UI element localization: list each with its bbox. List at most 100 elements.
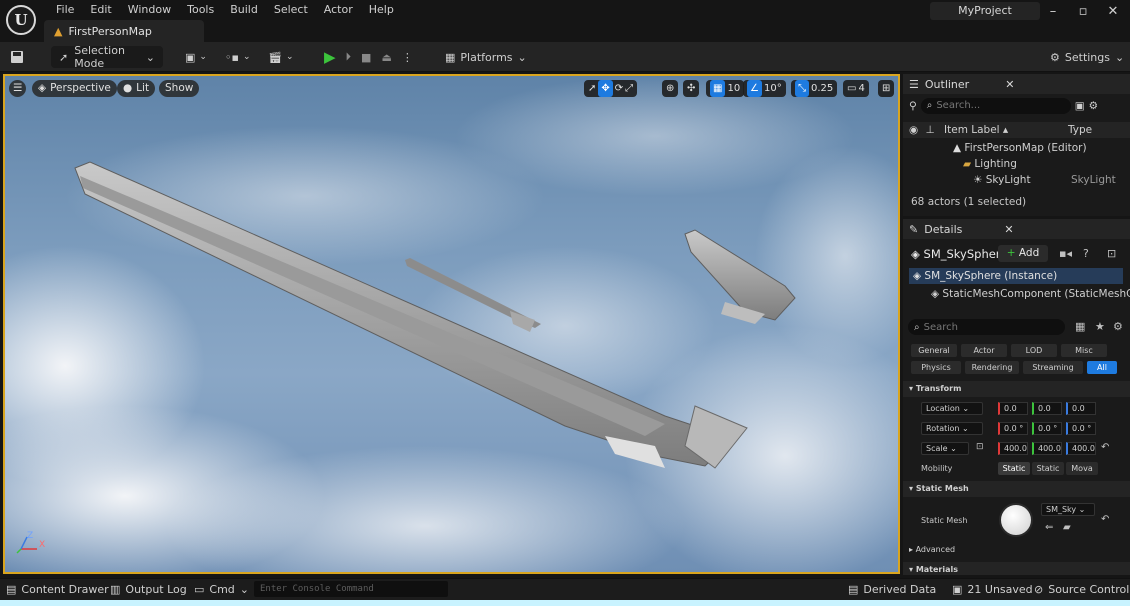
mobility-static[interactable]: Static <box>998 462 1030 475</box>
rotation-dropdown[interactable]: Rotation ⌄ <box>921 422 983 435</box>
source-control-button[interactable]: ⊘ Source Control <box>1034 582 1129 596</box>
rotation-snap[interactable]: ∠ 10° <box>743 80 786 97</box>
menu-select[interactable]: Select <box>266 3 316 17</box>
surface-snap-icon[interactable]: ✣ <box>683 80 700 97</box>
browse-icon[interactable]: ⇐ <box>1045 522 1053 533</box>
location-dropdown[interactable]: Location ⌄ <box>921 402 983 415</box>
maximize-icon[interactable]: ▫ <box>1070 2 1096 22</box>
stop-icon[interactable]: ■ <box>361 51 371 64</box>
location-x[interactable]: 0.0 <box>998 402 1028 415</box>
rotation-x[interactable]: 0.0 ° <box>998 422 1028 435</box>
menu-build[interactable]: Build <box>222 3 266 17</box>
step-icon[interactable]: ⏵ <box>346 50 352 64</box>
play-icon[interactable]: ▶ <box>324 48 336 66</box>
cmd-dropdown[interactable]: ▭ Cmd ⌄ <box>194 582 249 596</box>
derived-data-button[interactable]: ▤ Derived Data <box>848 582 936 596</box>
reset-icon[interactable]: ↶ <box>1101 514 1109 525</box>
move-icon[interactable]: ✥ <box>598 80 613 97</box>
location-y[interactable]: 0.0 <box>1032 402 1062 415</box>
gear-icon[interactable]: ⚙ <box>1113 320 1123 333</box>
transform-section[interactable]: ▾ Transform <box>903 381 1130 397</box>
close-icon[interactable]: ✕ <box>1005 78 1014 91</box>
output-log-button[interactable]: ▥ Output Log <box>110 582 187 596</box>
level-viewport[interactable]: ☰ ◈ Perspective ● Lit Show ➚ ✥ ⟳ ⤢ ⊕ ✣ ▦… <box>3 74 900 574</box>
menu-tools[interactable]: Tools <box>179 3 222 17</box>
lit-button[interactable]: ● Lit <box>117 80 156 97</box>
maximize-viewport-icon[interactable]: ⊞ <box>878 80 895 97</box>
outliner-search-input[interactable]: ⌕ Search... <box>920 98 1071 114</box>
blueprint-icon[interactable]: ▪◂ <box>1059 247 1072 260</box>
lock-icon[interactable]: ⊡ <box>1107 247 1116 260</box>
filter-actor[interactable]: Actor <box>961 344 1007 357</box>
visibility-icon[interactable]: ◉ <box>909 124 918 136</box>
pin-icon[interactable]: ⊥ <box>926 124 935 136</box>
gear-icon[interactable]: ⚙ <box>1089 98 1098 114</box>
folder-icon[interactable]: ▰ <box>1063 522 1071 533</box>
scale-dropdown[interactable]: Scale ⌄ <box>921 442 969 455</box>
mesh-asset-dropdown[interactable]: SM_Sky ⌄ <box>1041 503 1095 516</box>
close-icon[interactable]: ✕ <box>1100 2 1126 22</box>
perspective-button[interactable]: ◈ Perspective <box>32 80 117 97</box>
blueprint-icon[interactable]: ◦▪ ⌄ <box>225 46 251 68</box>
close-icon[interactable]: ✕ <box>1004 223 1013 236</box>
grid-snap[interactable]: ▦ 10 <box>706 80 745 97</box>
filter-all[interactable]: All <box>1087 361 1117 374</box>
scale-lock-icon[interactable]: ⊡ <box>976 442 984 452</box>
filter-rendering[interactable]: Rendering <box>965 361 1019 374</box>
map-tab[interactable]: ▲ FirstPersonMap <box>44 20 204 42</box>
table-view-icon[interactable]: ▦ <box>1075 320 1085 333</box>
star-icon[interactable]: ★ <box>1095 320 1105 333</box>
add-content-icon[interactable]: ▣ ⌄ <box>185 46 207 68</box>
materials-section[interactable]: ▾ Materials <box>903 562 1130 575</box>
type-header[interactable]: Type <box>1068 122 1092 138</box>
add-folder-icon[interactable]: ▣ <box>1075 98 1085 114</box>
reset-icon[interactable]: ↶ <box>1101 442 1109 453</box>
outliner-item[interactable]: ▰ Lighting <box>903 156 1130 172</box>
content-drawer-button[interactable]: ▤ Content Drawer <box>6 582 109 596</box>
scale-y[interactable]: 400.0 <box>1032 442 1062 455</box>
menu-edit[interactable]: Edit <box>82 3 119 17</box>
outliner-item[interactable]: ☀ SkyLight SkyLight <box>903 172 1130 188</box>
actor-name[interactable]: SM_SkySphere <box>924 247 1008 261</box>
add-component-button[interactable]: + Add <box>998 245 1048 262</box>
camera-speed[interactable]: ▭ 4 <box>843 80 869 97</box>
menu-window[interactable]: Window <box>120 3 179 17</box>
menu-file[interactable]: File <box>48 3 82 17</box>
outliner-tab[interactable]: ☰ Outliner ✕ <box>903 74 1130 94</box>
rotation-y[interactable]: 0.0 ° <box>1032 422 1062 435</box>
outliner-item[interactable]: ▲ FirstPersonMap (Editor) <box>903 140 1130 156</box>
cinematics-icon[interactable]: 🎬︎ ⌄ <box>268 46 294 68</box>
world-local-icon[interactable]: ⊕ <box>662 80 679 97</box>
filter-physics[interactable]: Physics <box>911 361 961 374</box>
filter-icon[interactable]: ⚲ <box>909 98 917 114</box>
filter-general[interactable]: General <box>911 344 957 357</box>
scale-snap[interactable]: ⤡ 0.25 <box>791 80 838 97</box>
static-mesh-section[interactable]: ▾ Static Mesh <box>903 481 1130 497</box>
rotate-icon[interactable]: ⟳ <box>615 80 623 97</box>
component-instance[interactable]: ◈ SM_SkySphere (Instance) <box>909 268 1123 284</box>
details-search-input[interactable]: ⌕ Search <box>908 319 1065 335</box>
item-label-header[interactable]: Item Label ▴ <box>944 124 1008 136</box>
menu-help[interactable]: Help <box>361 3 402 17</box>
eject-icon[interactable]: ⏏ <box>381 51 391 64</box>
filter-lod[interactable]: LOD <box>1011 344 1057 357</box>
select-icon[interactable]: ➚ <box>588 80 596 97</box>
help-icon[interactable]: ? <box>1083 247 1089 260</box>
mesh-thumbnail[interactable] <box>999 503 1033 537</box>
platforms-button[interactable]: ▦ Platforms ⌄ <box>445 46 527 68</box>
location-z[interactable]: 0.0 <box>1066 402 1096 415</box>
menu-actor[interactable]: Actor <box>316 3 361 17</box>
component-static-mesh[interactable]: ◈ StaticMeshComponent (StaticMeshCo <box>903 286 1130 302</box>
selection-mode-dropdown[interactable]: ➚ Selection Mode ⌄ <box>51 44 163 70</box>
unsaved-button[interactable]: ▣ 21 Unsaved <box>952 582 1033 596</box>
console-input[interactable]: Enter Console Command <box>254 581 448 597</box>
filter-misc[interactable]: Misc <box>1061 344 1107 357</box>
unreal-logo-icon[interactable]: U <box>6 5 36 35</box>
more-options-icon[interactable]: ⋮ <box>402 51 413 64</box>
save-icon[interactable] <box>10 46 24 68</box>
mobility-movable[interactable]: Mova <box>1066 462 1098 475</box>
show-button[interactable]: Show <box>159 80 200 97</box>
settings-button[interactable]: ⚙ Settings ⌄ <box>1050 46 1124 68</box>
rotation-z[interactable]: 0.0 ° <box>1066 422 1096 435</box>
filter-streaming[interactable]: Streaming <box>1023 361 1083 374</box>
